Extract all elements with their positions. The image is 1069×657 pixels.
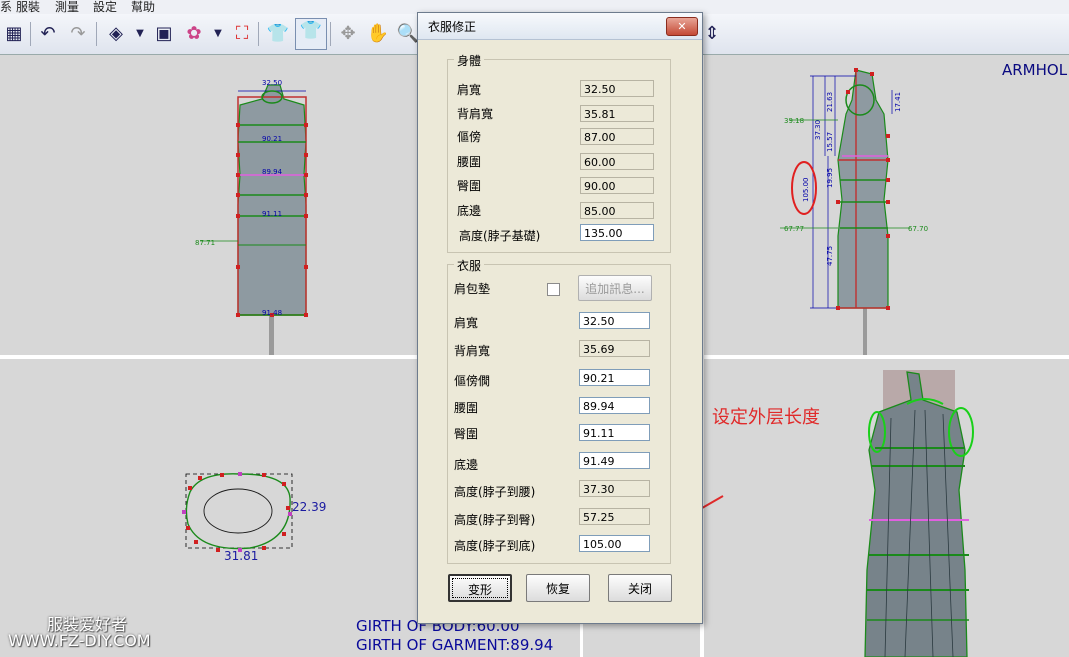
layers-icon[interactable]: ◈ xyxy=(104,22,128,46)
garment-neck-hip-label: 高度(脖子到臀) xyxy=(454,513,536,527)
garment-adjust-dialog: 衣服修正 ✕ 身體 肩寬 32.50 背肩寬 35.81 傴傍 87.00 腰圍… xyxy=(417,12,703,624)
side-left-bottom: 67.77 xyxy=(784,225,804,233)
side-right-bottom: 67.70 xyxy=(908,225,928,233)
body-hip-field: 90.00 xyxy=(580,177,654,194)
garment-back-shoulder-label: 背肩寬 xyxy=(454,344,491,358)
dialog-titlebar[interactable]: 衣服修正 ✕ xyxy=(418,13,702,40)
side-v2: 21.63 xyxy=(826,92,834,112)
close-dialog-button[interactable]: 关闭 xyxy=(608,574,672,602)
body-group-label: 身體 xyxy=(454,52,485,69)
body-back-shoulder-label: 背肩寬 xyxy=(457,107,494,121)
shoulder-pad-label: 肩包墊 xyxy=(454,282,491,296)
fit-icon[interactable]: ⇕ xyxy=(700,22,724,46)
more-info-button[interactable]: 追加訊息... xyxy=(578,275,652,301)
toolbar-separator xyxy=(30,22,31,46)
body-waist-label: 腰圍 xyxy=(457,155,482,169)
body-shoulder-label: 肩寬 xyxy=(457,83,482,97)
section-right-value: 22.39 xyxy=(292,500,327,514)
palette-icon[interactable]: ✿ xyxy=(182,22,206,46)
restore-button[interactable]: 恢复 xyxy=(526,574,590,602)
front-view-mannequin[interactable]: 32.50 90.21 89.94 91.11 91.48 87.71 xyxy=(180,75,340,357)
body-back-shoulder-field: 35.81 xyxy=(580,105,654,122)
garment-shoulder-field[interactable]: 32.50 xyxy=(579,312,650,329)
body-hem-field: 85.00 xyxy=(580,202,654,219)
menu-item-measure[interactable]: 測量 xyxy=(55,0,79,14)
section-bottom-value: 31.81 xyxy=(224,549,259,563)
chevron-down-icon[interactable]: ▼ xyxy=(128,22,152,46)
front-side-label: 87.71 xyxy=(195,239,215,247)
mannequin-3d-view[interactable] xyxy=(855,370,985,657)
side-v4: 19.95 xyxy=(826,168,834,188)
side-arm: 17.41 xyxy=(894,92,902,112)
garment-hem-field[interactable]: 91.49 xyxy=(579,452,650,469)
undo-icon[interactable]: ↶ xyxy=(36,22,60,46)
garment-neck-waist-label: 高度(脖子到腰) xyxy=(454,485,536,499)
body-waist-field: 60.00 xyxy=(580,153,654,170)
menu-item-system[interactable]: 系 xyxy=(0,0,12,14)
front-shoulder-label: 32.50 xyxy=(262,79,282,87)
side-view-mannequin[interactable]: 105.00 37.30 21.63 15.57 19.95 47.75 17.… xyxy=(780,60,930,355)
grid-icon[interactable]: ▦ xyxy=(2,22,26,46)
hand-icon[interactable]: ✋ xyxy=(366,22,390,46)
body-shoulder-field: 32.50 xyxy=(580,80,654,97)
side-circled-value: 105.00 xyxy=(802,178,810,203)
garment-hip-label: 臀圍 xyxy=(454,427,479,441)
rotate-icon[interactable]: ✥ xyxy=(336,22,360,46)
close-button[interactable]: ✕ xyxy=(666,17,698,36)
garment-neck-hem-label: 高度(脖子到底) xyxy=(454,539,536,553)
garment-waist-field[interactable]: 89.94 xyxy=(579,397,650,414)
girth-garment-text: GIRTH OF GARMENT:89.94 xyxy=(356,636,554,654)
side-v1: 37.30 xyxy=(814,120,822,140)
toolbar-separator xyxy=(258,22,259,46)
garment-neck-hem-field[interactable]: 105.00 xyxy=(579,535,650,552)
garment-group-label: 衣服 xyxy=(454,257,485,274)
garment-neck-waist-field: 37.30 xyxy=(579,480,650,497)
front-hip-label: 91.11 xyxy=(262,210,282,218)
dialog-title: 衣服修正 xyxy=(428,20,477,34)
shoulder-pad-checkbox[interactable] xyxy=(547,283,560,296)
front-hem-label: 91.48 xyxy=(262,309,282,317)
toolbar-separator xyxy=(330,22,331,46)
map-icon[interactable]: ⛶ xyxy=(230,22,254,46)
annotation-text: 设定外层长度 xyxy=(712,407,820,428)
transform-button[interactable]: 变形 xyxy=(448,574,512,602)
garment-back-shoulder-field: 35.69 xyxy=(579,340,650,357)
side-left-measure: 39.18 xyxy=(784,117,804,125)
front-waist-label: 89.94 xyxy=(262,168,283,176)
body-bust-field: 87.00 xyxy=(580,128,654,145)
side-v3: 15.57 xyxy=(826,132,834,152)
body-height-label: 高度(脖子基礎) xyxy=(459,229,541,243)
garment-shoulder-label: 肩寬 xyxy=(454,316,479,330)
menu-item-garment[interactable]: 服裝 xyxy=(16,0,40,14)
armhole-label: ARMHOL xyxy=(1002,61,1068,79)
window-icon[interactable]: ▣ xyxy=(152,22,176,46)
body-hip-label: 臀圍 xyxy=(457,179,482,193)
toolbar-separator xyxy=(96,22,97,46)
watermark-url: WWW.FZ-DIY.COM xyxy=(8,631,151,650)
body-hem-label: 底邊 xyxy=(457,204,482,218)
menu-item-settings[interactable]: 設定 xyxy=(93,0,117,14)
garment-bust-field[interactable]: 90.21 xyxy=(579,369,650,386)
body-height-field[interactable]: 135.00 xyxy=(580,224,654,241)
garment-bust-label: 傴傍僩 xyxy=(454,374,491,388)
garment-waist-label: 腰圍 xyxy=(454,401,479,415)
redo-icon[interactable]: ↷ xyxy=(66,22,90,46)
garment-hem-label: 底邊 xyxy=(454,458,479,472)
garment-hip-field[interactable]: 91.11 xyxy=(579,424,650,441)
front-bust-label: 90.21 xyxy=(262,135,282,143)
chevron-down-icon[interactable]: ▼ xyxy=(206,22,230,46)
side-v5: 47.75 xyxy=(826,246,834,266)
garment-neck-hip-field: 57.25 xyxy=(579,508,650,525)
menu-item-help[interactable]: 幫助 xyxy=(131,0,155,14)
shirt-edit-icon[interactable]: 👕 xyxy=(295,18,327,50)
shirt-icon[interactable]: 👕 xyxy=(266,22,290,46)
body-bust-label: 傴傍 xyxy=(457,130,482,144)
